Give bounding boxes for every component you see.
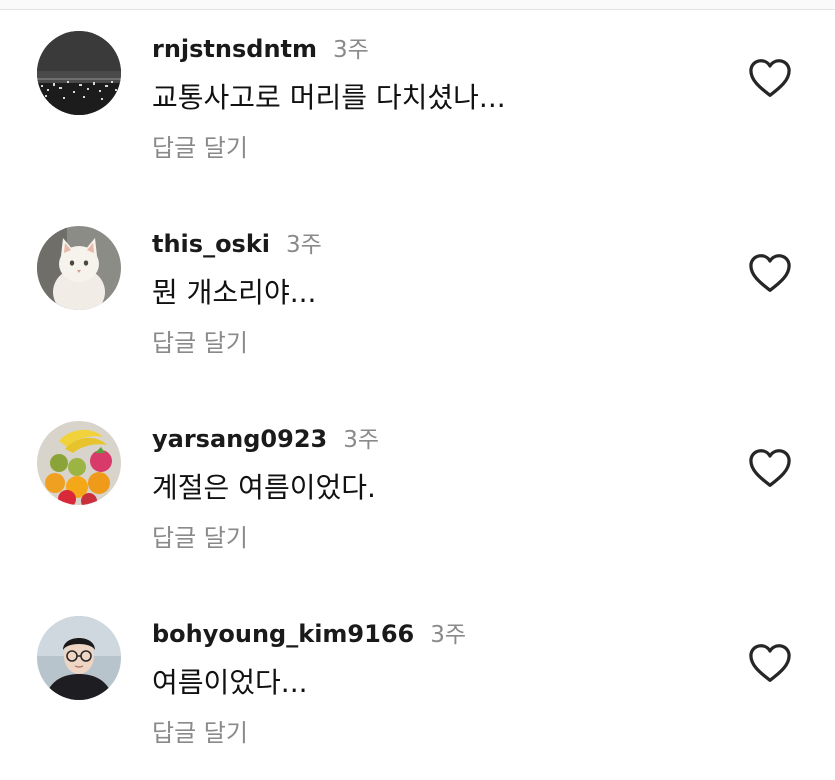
reply-button[interactable]: 답글 달기	[152, 323, 248, 358]
comment-header: this_oski 3주	[152, 225, 322, 258]
heart-outline-icon	[749, 644, 791, 682]
timestamp: 3주	[333, 37, 369, 63]
avatar[interactable]	[37, 31, 121, 115]
avatar[interactable]	[37, 616, 121, 700]
like-button[interactable]	[748, 643, 792, 683]
username[interactable]: this_oski	[152, 230, 270, 258]
like-button[interactable]	[748, 253, 792, 293]
timestamp: 3주	[286, 232, 322, 258]
comment-header: bohyoung_kim9166 3주	[152, 615, 466, 648]
username[interactable]: yarsang0923	[152, 425, 327, 453]
person-with-glasses-avatar	[37, 616, 121, 700]
comment-text: 뭔 개소리야...	[152, 276, 317, 309]
comment-text: 교통사고로 머리를 다치셨나...	[152, 81, 506, 114]
comment-text: 여름이었다...	[152, 666, 308, 699]
reply-button[interactable]: 답글 달기	[152, 128, 248, 163]
timestamp: 3주	[430, 622, 467, 648]
avatar[interactable]	[37, 226, 121, 310]
comment-item: rnjstnsdntm 3주 교통사고로 머리를 다치셨나... 답글 달기	[0, 0, 835, 195]
comment-item: this_oski 3주 뭔 개소리야... 답글 달기	[0, 195, 835, 390]
username[interactable]: rnjstnsdntm	[152, 35, 317, 63]
comment-header: rnjstnsdntm 3주	[152, 30, 369, 63]
avatar[interactable]	[37, 421, 121, 505]
reply-button[interactable]: 답글 달기	[152, 518, 248, 553]
reply-button[interactable]: 답글 달기	[152, 713, 248, 748]
like-button[interactable]	[748, 58, 792, 98]
comment-item: yarsang0923 3주 계절은 여름이었다. 답글 달기	[0, 390, 835, 585]
comment-text: 계절은 여름이었다.	[152, 471, 376, 504]
comment-item: bohyoung_kim9166 3주 여름이었다... 답글 달기	[0, 585, 835, 780]
timestamp: 3주	[343, 427, 380, 453]
like-button[interactable]	[748, 448, 792, 488]
username[interactable]: bohyoung_kim9166	[152, 620, 414, 648]
heart-outline-icon	[749, 254, 791, 292]
fruit-bowl-avatar	[37, 421, 121, 505]
comment-header: yarsang0923 3주	[152, 420, 379, 453]
city-night-skyline-avatar	[37, 31, 121, 115]
heart-outline-icon	[749, 59, 791, 97]
white-cat-avatar	[37, 226, 121, 310]
heart-outline-icon	[749, 449, 791, 487]
